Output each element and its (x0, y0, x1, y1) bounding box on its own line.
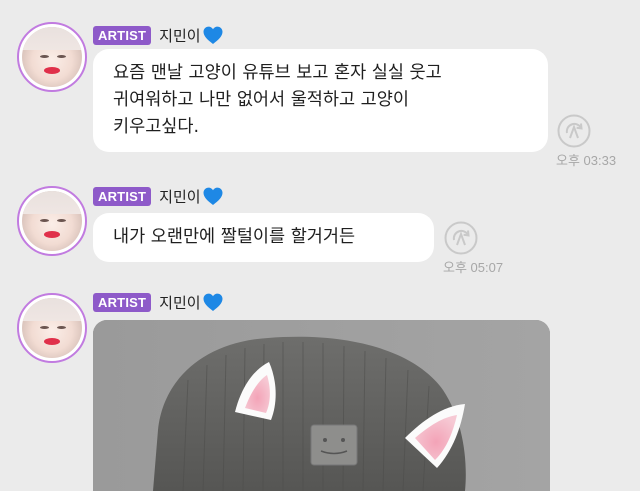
sender-name: 지민이 (159, 293, 201, 312)
sender-row: ARTIST 지민이 (93, 24, 223, 46)
avatar-photo (22, 27, 82, 87)
sender-row: ARTIST 지민이 (93, 291, 223, 313)
avatar[interactable] (17, 22, 87, 92)
chat-record-icon[interactable] (444, 221, 478, 255)
message-line: 내가 오랜만에 짤털이를 할거거든 (113, 227, 356, 247)
chat-record-icon[interactable] (557, 114, 591, 148)
message-line: 요즘 맨날 고양이 유튜브 보고 혼자 실실 웃고 (113, 63, 442, 83)
message-meta: 오후 03:33 (556, 114, 616, 169)
message-line: 키우고싶다. (113, 117, 200, 137)
blue-heart-icon (203, 26, 223, 44)
sender-row: ARTIST 지민이 (93, 185, 223, 207)
message-line: 귀여워하고 나만 없어서 울적하고 고양이 (113, 90, 409, 110)
message-meta: 오후 05:07 (443, 221, 503, 276)
artist-badge: ARTIST (93, 186, 152, 206)
message-time: 오후 03:33 (556, 153, 617, 168)
photo-image (93, 320, 550, 491)
avatar-photo (22, 298, 82, 358)
sender-name: 지민이 (159, 187, 201, 206)
photo-attachment[interactable] (93, 320, 550, 491)
avatar[interactable] (17, 186, 87, 256)
message-time: 오후 05:07 (443, 260, 504, 275)
artist-badge: ARTIST (93, 292, 152, 312)
message-bubble[interactable]: 요즘 맨날 고양이 유튜브 보고 혼자 실실 웃고 귀여워하고 나만 없어서 울… (93, 49, 548, 152)
avatar-photo (22, 191, 82, 251)
avatar[interactable] (17, 293, 87, 363)
blue-heart-icon (203, 187, 223, 205)
sender-name: 지민이 (159, 26, 201, 45)
artist-badge: ARTIST (93, 25, 152, 45)
blue-heart-icon (203, 293, 223, 311)
message-bubble[interactable]: 내가 오랜만에 짤털이를 할거거든 (93, 213, 434, 262)
